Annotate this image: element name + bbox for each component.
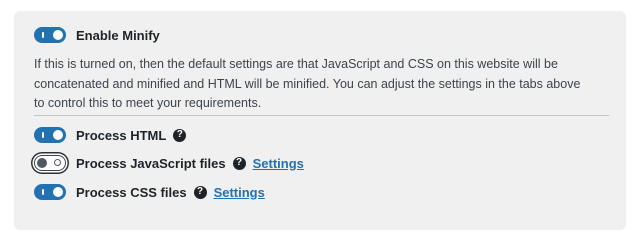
enable-minify-row: Enable Minify <box>34 25 160 45</box>
toggle-off-indicator-icon <box>54 159 61 166</box>
process-css-label: Process CSS files <box>76 184 187 200</box>
toggle-knob <box>53 187 63 197</box>
toggle-knob <box>53 30 63 40</box>
process-css-row: Process CSS files ? Settings <box>34 182 265 202</box>
process-js-row: Process JavaScript files ? Settings <box>34 153 304 173</box>
enable-minify-label: Enable Minify <box>76 27 160 43</box>
process-css-toggle[interactable] <box>34 184 66 200</box>
process-html-label: Process HTML <box>76 127 167 143</box>
process-html-toggle[interactable] <box>34 127 66 143</box>
minify-settings-panel: Enable Minify If this is turned on, then… <box>14 11 626 230</box>
toggle-knob <box>37 157 47 168</box>
process-html-row: Process HTML ? <box>34 125 187 145</box>
process-js-settings-link[interactable]: Settings <box>253 156 304 171</box>
divider <box>34 115 609 116</box>
question-circle-icon[interactable]: ? <box>193 185 207 199</box>
process-css-settings-link[interactable]: Settings <box>214 185 265 200</box>
enable-minify-toggle[interactable] <box>34 27 66 43</box>
minify-description: If this is turned on, then the default s… <box>34 57 581 110</box>
toggle-knob <box>53 130 63 140</box>
process-js-label: Process JavaScript files <box>76 155 226 171</box>
question-circle-icon[interactable]: ? <box>232 156 246 170</box>
question-circle-icon[interactable]: ? <box>173 128 187 142</box>
process-js-toggle[interactable] <box>34 155 66 171</box>
